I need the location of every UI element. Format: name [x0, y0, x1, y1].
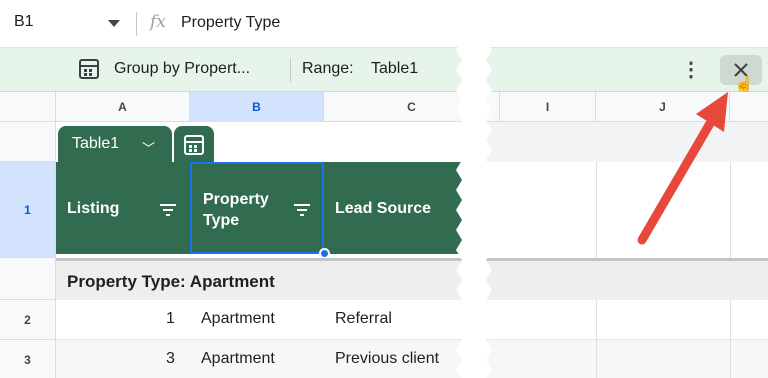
header-cell-property-type[interactable]: Property Type: [190, 162, 324, 254]
divider: [136, 12, 137, 36]
row-header-group: [0, 258, 56, 300]
torn-edge-divider: [456, 40, 492, 378]
header-label: Lead Source: [335, 200, 432, 217]
header-label: Property Type: [203, 191, 269, 229]
table-icon: [184, 135, 204, 155]
divider: [290, 58, 291, 82]
header-cell-lead-source[interactable]: Lead Source: [324, 162, 466, 254]
cell-lead-source[interactable]: Referral: [335, 310, 392, 328]
grid-line: [596, 300, 597, 340]
grid-line: [596, 340, 597, 378]
cell-lead-source[interactable]: Previous client: [335, 350, 439, 368]
table-name-chip[interactable]: Table1 ﹀: [58, 126, 172, 162]
select-all-corner[interactable]: [0, 92, 56, 122]
grid-line: [730, 340, 731, 378]
table-row: 1 Apartment Referral: [56, 300, 768, 340]
table-name: Table1: [72, 135, 120, 152]
group-label: Property Type: Apartment: [67, 272, 275, 291]
group-header-row[interactable]: Property Type: Apartment: [56, 258, 768, 300]
filter-icon[interactable]: [294, 204, 310, 216]
grid-line: [596, 162, 597, 258]
cell-listing[interactable]: 3: [166, 350, 175, 368]
fx-icon: fx: [150, 12, 166, 32]
cell-reference[interactable]: B1: [14, 13, 34, 31]
table-header-row: Listing Property Type Lead Source: [56, 162, 466, 254]
header-cell-listing[interactable]: Listing: [56, 162, 190, 254]
cell-property-type[interactable]: Apartment: [201, 310, 275, 328]
cell-property-type[interactable]: Apartment: [201, 350, 275, 368]
row-header-3[interactable]: 3: [0, 340, 56, 378]
cell-reference-dropdown-icon[interactable]: [108, 20, 120, 27]
chevron-down-icon: ﹀: [142, 141, 156, 156]
formula-bar: B1 fx Property Type: [0, 0, 768, 48]
table-icon[interactable]: [78, 58, 100, 80]
row-header-1[interactable]: 1: [0, 162, 56, 258]
table-row: 3 Apartment Previous client: [56, 340, 768, 378]
group-by-button[interactable]: Group by Propert...: [114, 60, 250, 78]
cell-listing[interactable]: 1: [166, 310, 175, 328]
filter-icon[interactable]: [160, 204, 176, 216]
grid-line: [730, 300, 731, 340]
table-options-button[interactable]: [174, 126, 214, 162]
column-header-b[interactable]: B: [190, 92, 324, 122]
row-header-2[interactable]: 2: [0, 300, 56, 340]
formula-input[interactable]: Property Type: [181, 14, 280, 32]
more-vertical-icon[interactable]: ⋮: [680, 58, 702, 82]
row-header-empty: [0, 122, 56, 162]
range-label: Range:: [302, 60, 354, 77]
header-label: Listing: [67, 200, 120, 217]
column-header-i[interactable]: I: [500, 92, 596, 122]
range-value[interactable]: Table1: [371, 60, 418, 78]
annotation-arrow: [637, 92, 728, 245]
column-header-a[interactable]: A: [56, 92, 190, 122]
